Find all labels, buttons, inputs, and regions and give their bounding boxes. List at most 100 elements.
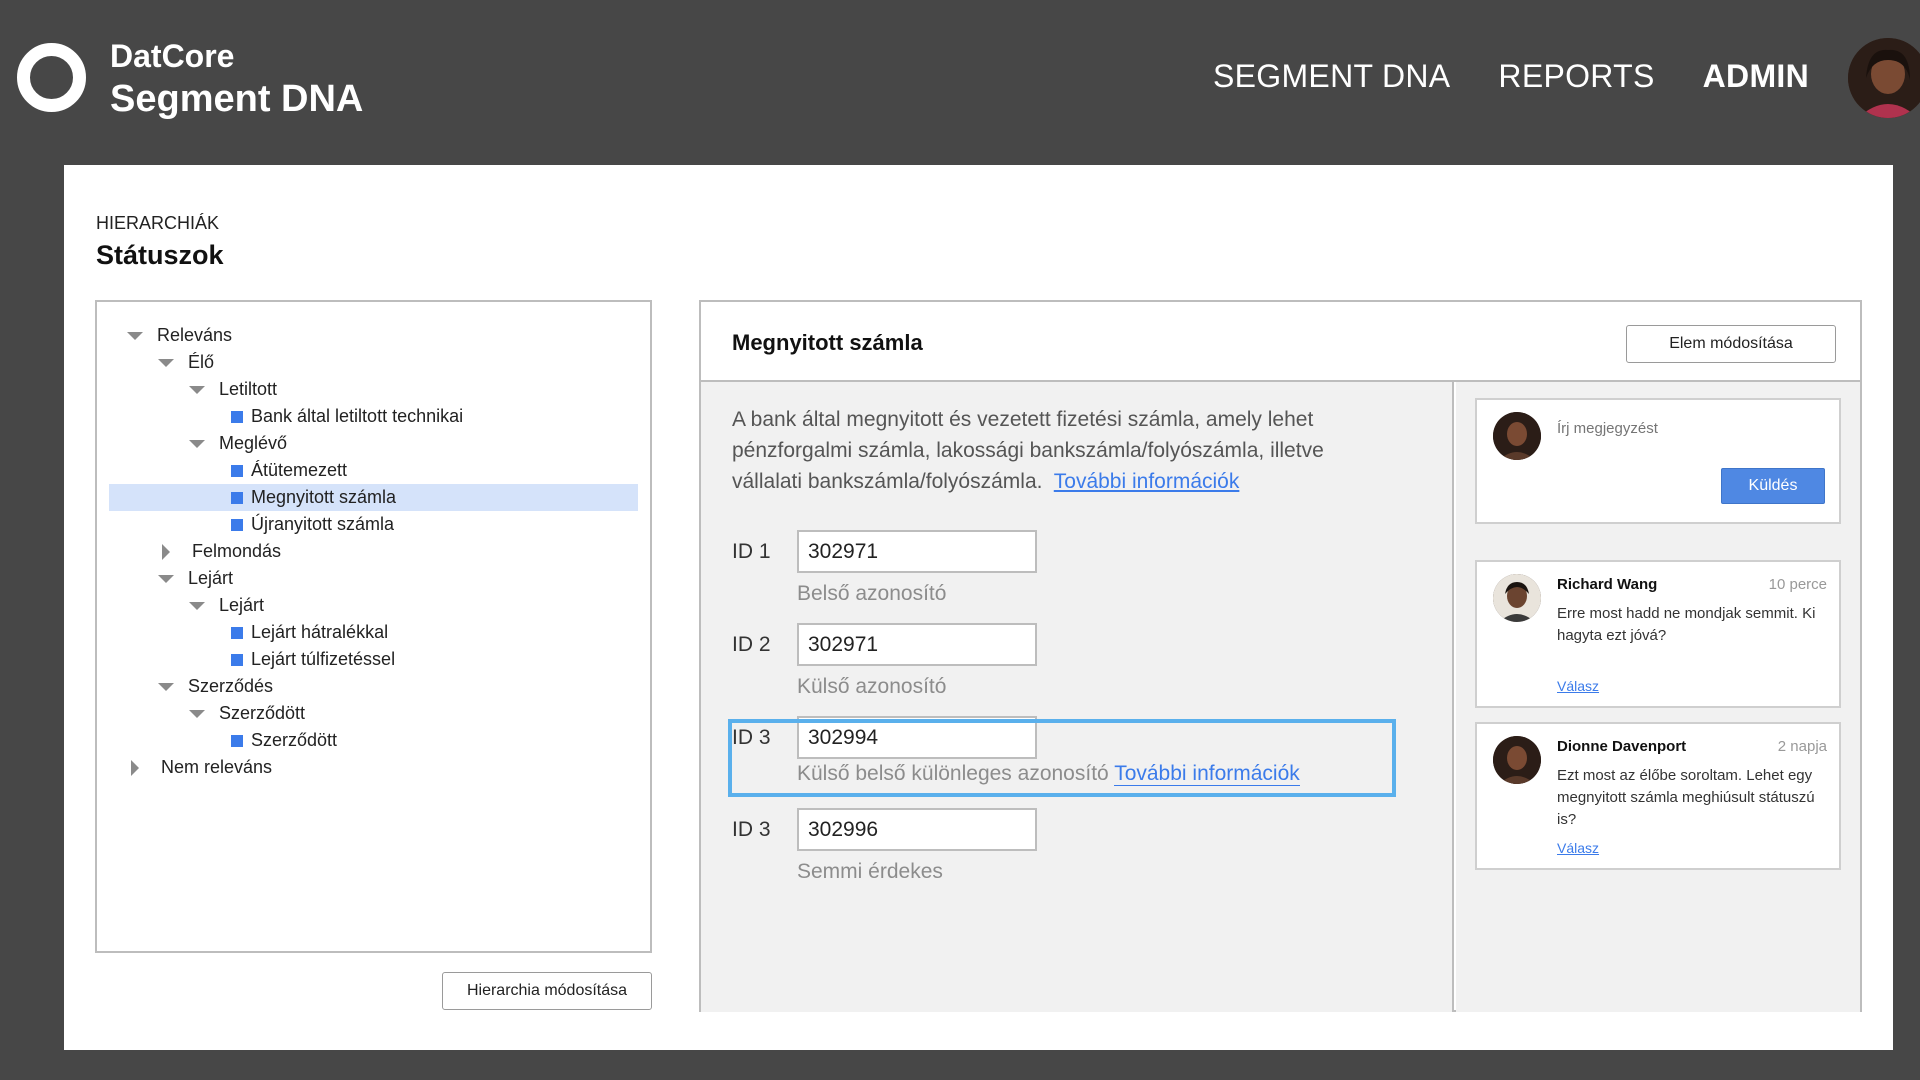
- caret-down-icon[interactable]: [189, 601, 205, 610]
- tree-item-lejart-hatralekkal[interactable]: Lejárt hátralékkal: [97, 619, 650, 646]
- tree-item-label: Szerződött: [219, 703, 306, 723]
- top-bar: DatCore Segment DNA SEGMENT DNA REPORTS …: [0, 0, 1920, 160]
- id3b-input[interactable]: [797, 808, 1037, 851]
- tree-item-label: Lejárt: [219, 595, 265, 615]
- tree-item-label: Újranyitott számla: [251, 514, 395, 534]
- focus-highlight-box: [728, 719, 1396, 797]
- tree-item-label: Nem releváns: [161, 757, 273, 777]
- compose-avatar-icon: [1493, 412, 1541, 460]
- comment-avatar: [1493, 574, 1541, 622]
- reply-link[interactable]: Válasz: [1557, 840, 1599, 856]
- tree-item-label: Lejárt túlfizetéssel: [251, 649, 396, 669]
- brand: DatCore Segment DNA: [110, 38, 363, 124]
- comment-avatar-icon: [1493, 574, 1541, 622]
- tree-item-label: Élő: [188, 352, 215, 372]
- leaf-square-icon: [231, 491, 243, 504]
- comment-compose: Küldés: [1475, 398, 1841, 524]
- hierarchy-tree: Releváns Élő Letiltott Bank által letilt…: [95, 300, 652, 953]
- id3b-field: ID 3 Semmi érdekes: [732, 808, 1432, 898]
- tree-item-label: Felmondás: [192, 541, 282, 561]
- tree-item-meglevo[interactable]: Meglévő: [97, 430, 650, 457]
- reply-link[interactable]: Válasz: [1557, 678, 1599, 694]
- caret-down-icon[interactable]: [158, 682, 174, 691]
- brand-product: Segment DNA: [110, 78, 364, 120]
- comment-text: Ezt most az élőbe soroltam. Lehet egy me…: [1557, 767, 1815, 828]
- leaf-square-icon: [231, 464, 243, 477]
- comment-avatar-icon: [1493, 736, 1541, 784]
- tree-item-label: Szerződött: [251, 730, 338, 750]
- tree-item-szerzodes[interactable]: Szerződés: [97, 673, 650, 700]
- tree-item-letiltott[interactable]: Letiltott: [97, 376, 650, 403]
- nav-admin[interactable]: ADMIN: [1703, 56, 1809, 96]
- detail-panel: Megnyitott számla Elem módosítása A bank…: [699, 300, 1862, 1012]
- comment-author: Richard Wang: [1557, 576, 1658, 593]
- tree-item-label: Átütemezett: [251, 460, 348, 480]
- id2-hint: Külső azonosító: [797, 675, 947, 698]
- user-avatar[interactable]: [1848, 38, 1920, 118]
- tree-item-label: Lejárt: [188, 568, 234, 588]
- tree-item-nem-relevans[interactable]: Nem releváns: [97, 754, 650, 781]
- tree-item-label: Megnyitott számla: [251, 487, 397, 507]
- caret-down-icon[interactable]: [158, 574, 174, 583]
- id1-input[interactable]: [797, 530, 1037, 573]
- id2-label: ID 2: [732, 633, 771, 656]
- tree-item-label: Bank által letiltott technikai: [251, 406, 464, 426]
- main-card: HIERARCHIÁK Státuszok Releváns Élő Letil…: [64, 165, 1893, 1050]
- tree-item-label: Releváns: [157, 325, 233, 345]
- id1-label: ID 1: [732, 540, 771, 563]
- comments-panel: Küldés Richard Wang 10 perce Erre most h…: [1456, 382, 1860, 1012]
- logo-ring-icon: [17, 43, 86, 112]
- comment-time: 10 perce: [1768, 576, 1827, 593]
- comment-item: Richard Wang 10 perce Erre most hadd ne …: [1475, 560, 1841, 708]
- more-info-link[interactable]: További információk: [1054, 470, 1240, 493]
- nav-reports[interactable]: REPORTS: [1498, 56, 1654, 96]
- tree-item-bank-letiltott[interactable]: Bank által letiltott technikai: [97, 403, 650, 430]
- detail-body: A bank által megnyitott és vezetett fize…: [701, 382, 1454, 1012]
- tree-item-ujranyitott-szamla[interactable]: Újranyitott számla: [97, 511, 650, 538]
- leaf-square-icon: [231, 734, 243, 747]
- id2-input[interactable]: [797, 623, 1037, 666]
- nav-segment-dna[interactable]: SEGMENT DNA: [1213, 56, 1450, 96]
- caret-down-icon[interactable]: [189, 385, 205, 394]
- tree-item-lejart-tulfizetessel[interactable]: Lejárt túlfizetéssel: [97, 646, 650, 673]
- tree-item-label: Meglévő: [219, 433, 288, 453]
- tree-item-felmondas[interactable]: Felmondás: [97, 538, 650, 565]
- detail-title: Megnyitott számla: [732, 330, 923, 355]
- send-button[interactable]: Küldés: [1721, 468, 1825, 504]
- tree-item-elo[interactable]: Élő: [97, 349, 650, 376]
- comment-time: 2 napja: [1777, 738, 1827, 755]
- caret-right-icon[interactable]: [162, 543, 170, 560]
- tree-item-lejart-sub[interactable]: Lejárt: [97, 592, 650, 619]
- caret-down-icon[interactable]: [127, 331, 143, 340]
- tree-item-szerzodott-leaf[interactable]: Szerződött: [97, 727, 650, 754]
- leaf-square-icon: [231, 626, 243, 639]
- caret-down-icon[interactable]: [158, 358, 174, 367]
- caret-down-icon[interactable]: [189, 439, 205, 448]
- leaf-square-icon: [231, 653, 243, 666]
- comment-item: Dionne Davenport 2 napja Ezt most az élő…: [1475, 722, 1841, 870]
- id2-field: ID 2 Külső azonosító: [732, 623, 1432, 713]
- item-description: A bank által megnyitott és vezetett fize…: [732, 404, 1382, 497]
- tree-item-lejart[interactable]: Lejárt: [97, 565, 650, 592]
- tree-item-label: Letiltott: [219, 379, 278, 399]
- page-title: Státuszok: [96, 240, 224, 270]
- detail-header: Megnyitott számla Elem módosítása: [701, 302, 1860, 382]
- brand-company: DatCore: [110, 38, 235, 74]
- user-avatar-icon: [1848, 38, 1920, 118]
- comment-text: Erre most hadd ne mondjak semmit. Ki hag…: [1557, 605, 1816, 644]
- tree-item-relevans[interactable]: Releváns: [97, 322, 650, 349]
- id1-field: ID 1 Belső azonosító: [732, 530, 1432, 620]
- comment-input[interactable]: [1557, 420, 1827, 437]
- caret-right-icon[interactable]: [131, 759, 139, 776]
- tree-item-megnyitott-szamla[interactable]: Megnyitott számla: [109, 484, 638, 511]
- comment-author: Dionne Davenport: [1557, 738, 1687, 755]
- id3b-hint: Semmi érdekes: [797, 860, 943, 883]
- leaf-square-icon: [231, 518, 243, 531]
- edit-item-button[interactable]: Elem módosítása: [1626, 325, 1836, 363]
- tree-item-label: Lejárt hátralékkal: [251, 622, 389, 642]
- caret-down-icon[interactable]: [189, 709, 205, 718]
- tree-item-atutemezett[interactable]: Átütemezett: [97, 457, 650, 484]
- tree-item-szerzodott[interactable]: Szerződött: [97, 700, 650, 727]
- edit-hierarchy-button[interactable]: Hierarchia módosítása: [442, 972, 652, 1010]
- leaf-square-icon: [231, 410, 243, 423]
